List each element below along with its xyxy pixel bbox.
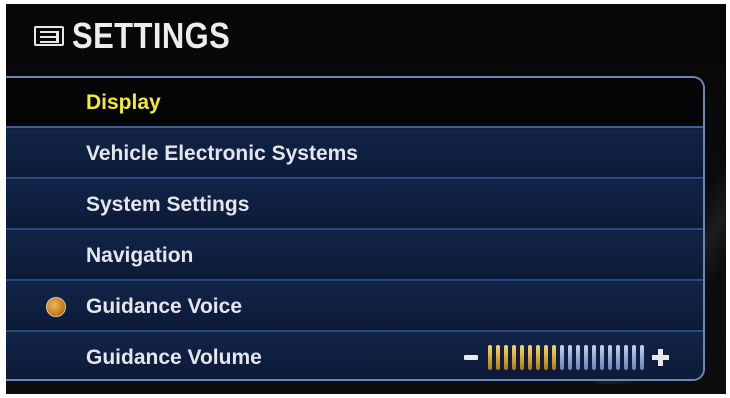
volume-bar [536, 345, 540, 370]
menu-item-guidance-volume[interactable]: Guidance Volume [6, 333, 703, 379]
menu-item-label: Navigation [86, 244, 194, 267]
volume-slider[interactable] [464, 333, 694, 379]
minus-icon[interactable] [464, 355, 478, 360]
volume-bar [504, 345, 508, 370]
menu-item-guidance-voice[interactable]: Guidance Voice [6, 282, 703, 332]
volume-bar [616, 345, 620, 370]
menu-item-vehicle-electronic-systems[interactable]: Vehicle Electronic Systems [6, 129, 703, 179]
volume-bar [600, 345, 604, 370]
volume-bar [488, 345, 492, 370]
plus-icon[interactable] [652, 349, 669, 366]
menu-item-label: System Settings [86, 193, 250, 216]
title-bar: SETTINGS [6, 4, 726, 70]
volume-bar [560, 345, 564, 370]
volume-bar [592, 345, 596, 370]
volume-level-bars [488, 345, 648, 370]
volume-bar [552, 345, 556, 370]
volume-bar [640, 345, 644, 370]
volume-bar [568, 345, 572, 370]
volume-bar [496, 345, 500, 370]
volume-bar [512, 345, 516, 370]
menu-item-label: Guidance Volume [86, 346, 262, 369]
volume-bar [624, 345, 628, 370]
menu-item-navigation[interactable]: Navigation [6, 231, 703, 281]
menu-item-system-settings[interactable]: System Settings [6, 180, 703, 230]
page-title: SETTINGS [72, 15, 231, 56]
volume-bar [584, 345, 588, 370]
guidance-voice-indicator-icon [46, 297, 66, 317]
menu-item-label: Vehicle Electronic Systems [86, 142, 358, 165]
menu-item-label: Display [86, 91, 161, 114]
navigation-display: SETTINGS Display Vehicle Electronic Syst… [6, 4, 726, 394]
volume-bar [632, 345, 636, 370]
menu-item-display[interactable]: Display [6, 78, 703, 128]
volume-bar [608, 345, 612, 370]
volume-bar [544, 345, 548, 370]
settings-menu: Display Vehicle Electronic Systems Syste… [6, 76, 705, 381]
screenshot-frame: SETTINGS Display Vehicle Electronic Syst… [0, 0, 730, 398]
menu-item-label: Guidance Voice [86, 295, 242, 318]
volume-bar [576, 345, 580, 370]
settings-menu-icon [34, 26, 64, 46]
volume-bar [528, 345, 532, 370]
volume-bar [520, 345, 524, 370]
